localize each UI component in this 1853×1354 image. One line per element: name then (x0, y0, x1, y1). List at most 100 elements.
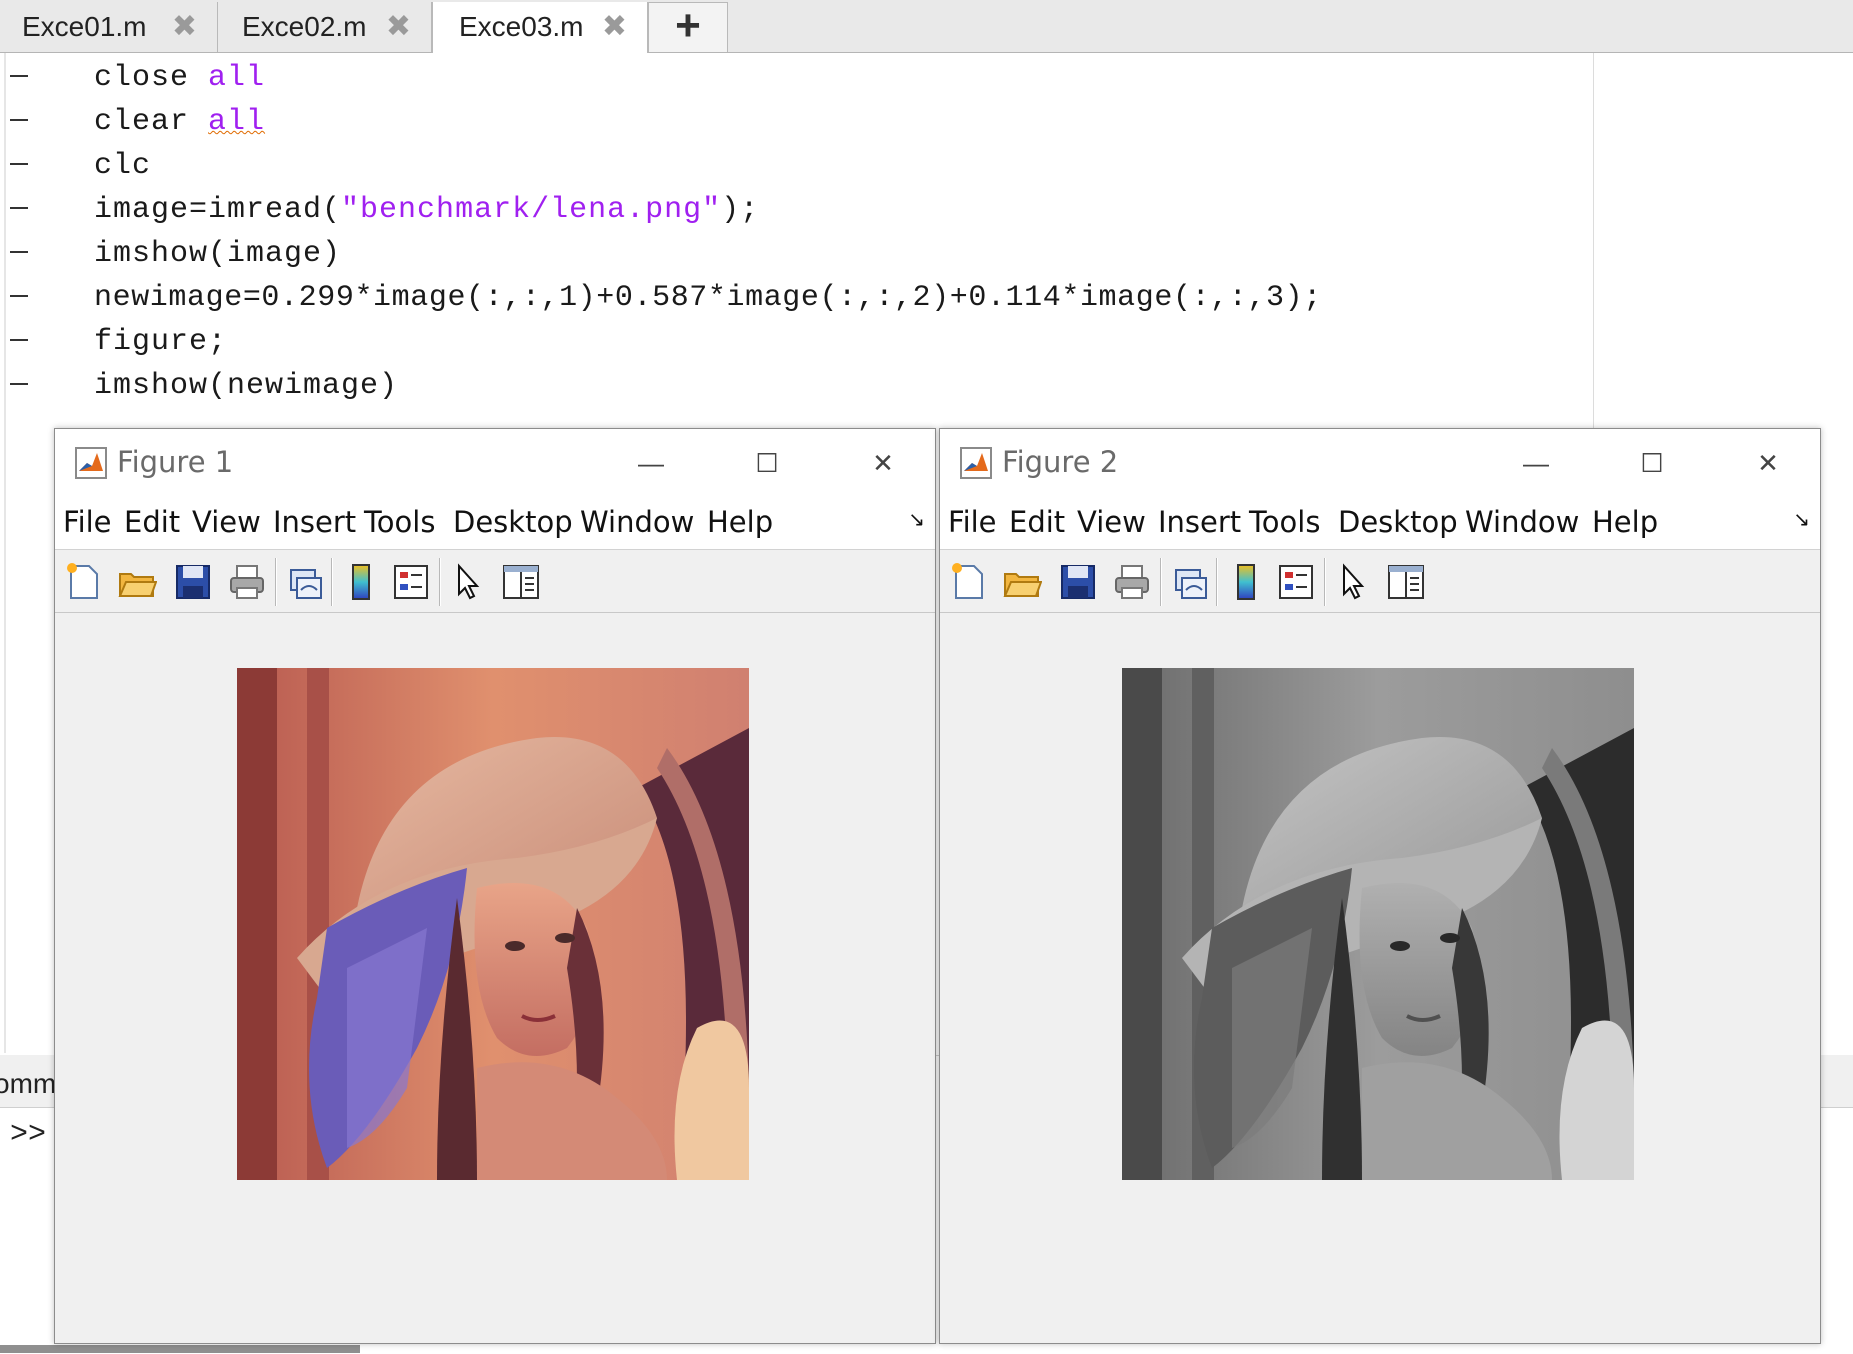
colorbar-icon[interactable] (341, 562, 381, 602)
close-button[interactable]: ✕ (861, 441, 905, 485)
close-button[interactable]: ✕ (1746, 441, 1790, 485)
open-file-icon[interactable] (117, 562, 157, 602)
toolbar-separator (1324, 558, 1326, 606)
line-marker (10, 163, 28, 165)
save-icon[interactable] (173, 562, 213, 602)
menu-edit[interactable]: Edit (1009, 505, 1065, 539)
print-icon[interactable] (1112, 562, 1152, 602)
code-line-5[interactable]: imshow(image) (94, 232, 341, 276)
figure-toolbar (940, 550, 1820, 613)
title-bar[interactable]: Figure 1 — ☐ ✕ (55, 429, 935, 497)
tab-exce03[interactable]: Exce03.m ✖ (432, 2, 648, 53)
toolbar-separator (331, 558, 333, 606)
new-figure-icon[interactable] (63, 562, 103, 602)
menu-desktop[interactable]: Desktop (1338, 505, 1458, 539)
tab-label: Exce03.m (459, 11, 584, 42)
menu-view[interactable]: View (192, 505, 261, 539)
code-text: imshow(image) (94, 237, 342, 271)
code-line-4[interactable]: image=imread("benchmark/lena.png"); (94, 188, 759, 232)
code-text: ); (721, 193, 760, 227)
open-file-icon[interactable] (1002, 562, 1042, 602)
menu-window[interactable]: Window (1465, 505, 1579, 539)
command-window-header-right (1818, 1055, 1853, 1108)
tab-close-icon[interactable]: ✖ (602, 2, 627, 52)
minimize-button[interactable]: — (629, 441, 673, 485)
maximize-button[interactable]: ☐ (1630, 441, 1674, 485)
add-tab-button[interactable]: + (648, 2, 728, 52)
legend-icon[interactable] (1276, 562, 1316, 602)
menu-insert[interactable]: Insert (273, 505, 356, 539)
figure-window-2[interactable]: Figure 2 — ☐ ✕ File Edit View Insert Too… (939, 428, 1821, 1344)
toolbar-separator (1160, 558, 1162, 606)
code-text: clc (94, 149, 152, 183)
tab-exce02[interactable]: Exce02.m ✖ (218, 2, 432, 52)
link-plot-icon[interactable] (1170, 562, 1210, 602)
legend-icon[interactable] (391, 562, 431, 602)
maximize-button[interactable]: ☐ (745, 441, 789, 485)
pointer-icon[interactable] (1332, 562, 1372, 602)
menu-window[interactable]: Window (580, 505, 694, 539)
code-text: newimage=0.299*image(:,:,1)+0.587*image(… (94, 281, 1322, 315)
tab-close-icon[interactable]: ✖ (172, 2, 197, 52)
print-icon[interactable] (227, 562, 267, 602)
status-strip (0, 1345, 360, 1353)
menu-help[interactable]: Help (1592, 505, 1658, 539)
menu-edit[interactable]: Edit (124, 505, 180, 539)
menu-tools[interactable]: Tools (364, 505, 435, 539)
tab-label: Exce02.m (242, 11, 367, 42)
code-line-1[interactable]: close all (94, 56, 265, 100)
line-marker (10, 119, 28, 121)
color-image (237, 668, 749, 1180)
minimize-button[interactable]: — (1514, 441, 1558, 485)
figure-window-1[interactable]: Figure 1 — ☐ ✕ File Edit View Insert Too… (54, 428, 936, 1344)
code-text: image=imread( (94, 193, 342, 227)
code-keyword: all (208, 61, 266, 95)
matlab-logo-icon (960, 447, 992, 479)
command-prompt[interactable]: >> (10, 1118, 46, 1152)
command-window-title: omm (0, 1068, 57, 1099)
code-text: clear (94, 105, 209, 139)
code-line-8[interactable]: imshow(newimage) (94, 364, 398, 408)
link-plot-icon[interactable] (285, 562, 325, 602)
window-title: Figure 1 (117, 445, 234, 479)
tab-close-icon[interactable]: ✖ (386, 2, 411, 52)
menu-file[interactable]: File (948, 505, 997, 539)
dock-arrow-icon[interactable]: ↘ (1793, 507, 1810, 532)
line-marker (10, 339, 28, 341)
code-line-2[interactable]: clear all (94, 100, 265, 144)
matlab-logo-icon (75, 447, 107, 479)
toolbar-separator (1216, 558, 1218, 606)
title-bar[interactable]: Figure 2 — ☐ ✕ (940, 429, 1820, 497)
code-keyword: all (208, 105, 266, 139)
code-text: imshow(newimage) (94, 369, 399, 403)
window-title: Figure 2 (1002, 445, 1119, 479)
property-editor-icon[interactable] (501, 562, 541, 602)
figure-toolbar (55, 550, 935, 613)
editor-tab-bar: Exce01.m ✖ Exce02.m ✖ Exce03.m ✖ + (0, 0, 1853, 53)
menu-tools[interactable]: Tools (1249, 505, 1320, 539)
line-marker (10, 207, 28, 209)
menu-desktop[interactable]: Desktop (453, 505, 573, 539)
menu-help[interactable]: Help (707, 505, 773, 539)
toolbar-separator (275, 558, 277, 606)
property-editor-icon[interactable] (1386, 562, 1426, 602)
line-marker (10, 251, 28, 253)
line-marker (10, 75, 28, 77)
code-line-3[interactable]: clc (94, 144, 151, 188)
tab-exce01[interactable]: Exce01.m ✖ (0, 2, 218, 52)
line-marker (10, 383, 28, 385)
save-icon[interactable] (1058, 562, 1098, 602)
menu-bar: File Edit View Insert Tools Desktop Wind… (55, 497, 935, 550)
code-line-6[interactable]: newimage=0.299*image(:,:,1)+0.587*image(… (94, 276, 1322, 320)
dock-arrow-icon[interactable]: ↘ (908, 507, 925, 532)
code-string: "benchmark/lena.png" (341, 193, 722, 227)
code-text: figure; (94, 325, 228, 359)
menu-insert[interactable]: Insert (1158, 505, 1241, 539)
menu-file[interactable]: File (63, 505, 112, 539)
menu-view[interactable]: View (1077, 505, 1146, 539)
colorbar-icon[interactable] (1226, 562, 1266, 602)
code-line-7[interactable]: figure; (94, 320, 227, 364)
pointer-icon[interactable] (447, 562, 487, 602)
tab-label: Exce01.m (22, 11, 147, 42)
new-figure-icon[interactable] (948, 562, 988, 602)
